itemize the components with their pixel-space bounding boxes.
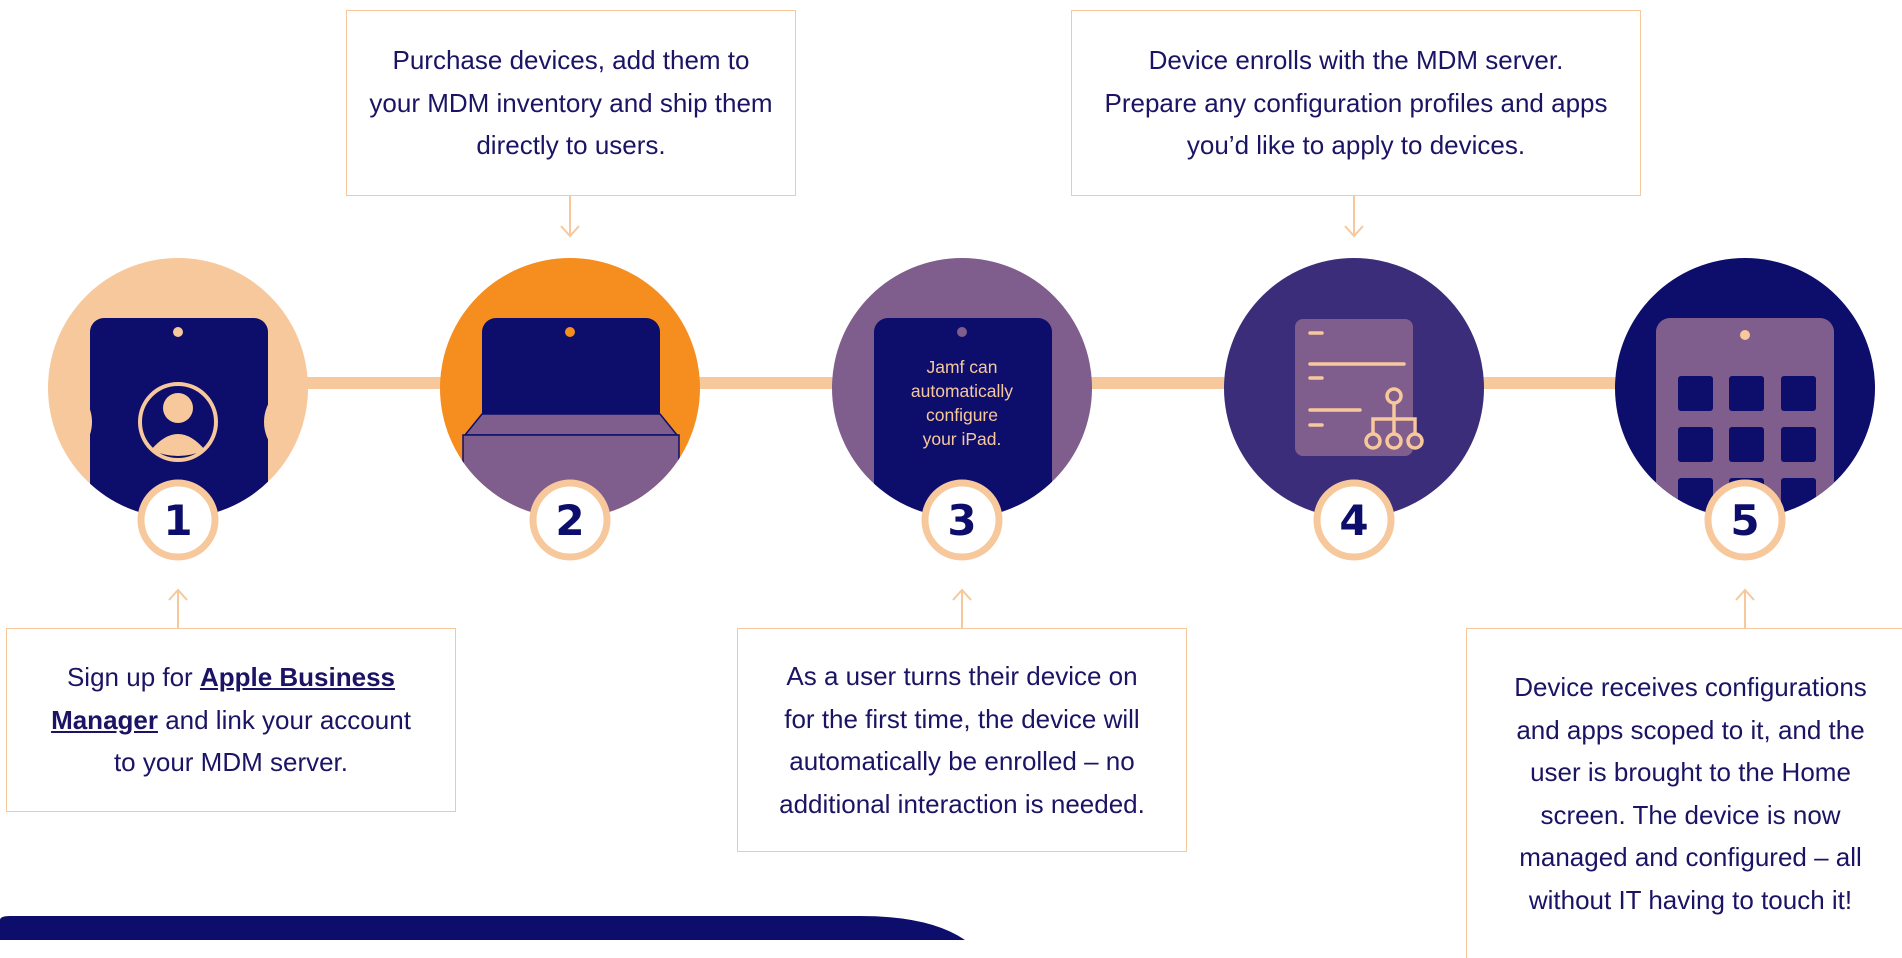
device-caption: Jamf can automatically configure your iP… xyxy=(862,355,1062,451)
arrow-down xyxy=(1344,196,1364,238)
step-4-circle xyxy=(1224,258,1484,518)
caption-line: automatically xyxy=(910,381,1014,401)
bottom-banner xyxy=(0,916,965,940)
step-number-1: 1 xyxy=(163,495,193,545)
caption-line: Jamf can xyxy=(926,357,998,377)
step-number-3: 3 xyxy=(947,495,977,545)
workflow-diagram xyxy=(48,196,1875,628)
arrow-up xyxy=(952,588,972,628)
arrow-down xyxy=(560,196,580,238)
caption-line: configure xyxy=(926,405,998,425)
step-number-4: 4 xyxy=(1339,495,1369,545)
arrow-up xyxy=(168,588,188,628)
step-number-2: 2 xyxy=(555,495,585,545)
arrow-up xyxy=(1735,588,1755,628)
profile-hierarchy-icon xyxy=(1295,319,1424,456)
step-number-5: 5 xyxy=(1730,495,1760,545)
caption-line: your iPad. xyxy=(922,429,1002,449)
